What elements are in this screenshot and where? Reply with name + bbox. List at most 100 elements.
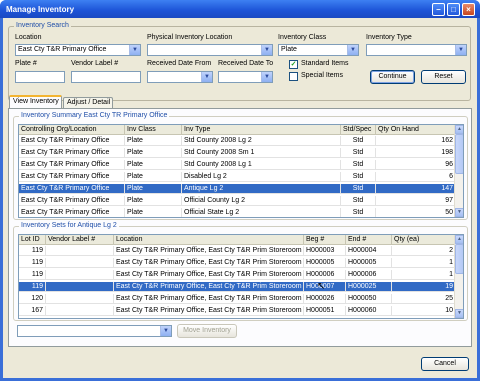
scroll-up-arrow-icon[interactable]: ▲ [455,235,463,244]
sets-row[interactable]: 119 East Cty T&R Primary Office, East Cty… [19,246,456,256]
cancel-button[interactable]: Cancel [421,357,469,371]
move-target-select[interactable]: ▼ [17,325,172,337]
sets-cell-vendor [46,258,114,268]
summary-row[interactable]: East Cty T&R Primary Office Plate Std Coun… [19,148,456,158]
chevron-down-icon[interactable]: ▼ [160,326,171,336]
scroll-down-arrow-icon[interactable]: ▼ [455,309,463,318]
continue-button[interactable]: Continue [370,70,415,84]
chevron-down-icon[interactable]: ▼ [455,45,466,55]
sets-cell-lot: 119 [19,270,46,280]
move-inventory-button[interactable]: Move Inventory [177,324,237,338]
summary-cell-spec: Std [341,136,376,146]
sets-cell-end: H000006 [346,270,392,280]
chevron-down-icon[interactable]: ▼ [261,45,272,55]
title-bar[interactable]: Manage Inventory [0,0,480,18]
sets-cell-location: East Cty T&R Primary Office, East Cty T&… [114,306,304,316]
inventory-class-select[interactable]: Plate ▼ [278,44,359,56]
chevron-down-icon[interactable]: ▼ [347,45,358,55]
sets-scrollbar[interactable]: ▲ ▼ [454,235,463,318]
summary-cell-type: Official County Lg 2 [182,196,341,206]
sets-cell-location: East Cty T&R Primary Office, East Cty T&… [114,318,304,319]
sets-cell-qty: 1 [392,258,456,268]
summary-row[interactable]: East Cty T&R Primary Office Plate Official… [19,208,456,217]
sets-row[interactable]: 168 East Cty T&R Primary Office, East Cty… [19,318,456,319]
sets-header-qty[interactable]: Qty (ea) [392,235,456,245]
inventory-sets-group: Inventory Sets for Antique Lg 2 Lot ID V… [13,222,468,321]
summary-row[interactable]: East Cty T&R Primary Office Plate Antique … [19,184,456,194]
summary-cell-org: East Cty T&R Primary Office [19,184,125,194]
sets-scroll-thumb[interactable] [455,244,463,274]
location-select[interactable]: East Cty T&R Primary Office ▼ [15,44,141,56]
sets-cell-lot: 120 [19,294,46,304]
chevron-down-icon[interactable]: ▼ [129,45,140,55]
chevron-down-icon[interactable]: ▼ [261,72,272,82]
sets-cell-beg: H000005 [304,258,346,268]
summary-cell-qty: 6 [376,172,456,182]
summary-cell-org: East Cty T&R Primary Office [19,172,125,182]
sets-row[interactable]: 119 East Cty T&R Primary Office, East Cty… [19,282,456,292]
summary-header-class[interactable]: Inv Class [125,125,182,135]
sets-cell-beg: H000061 [304,318,346,319]
tab-view-inventory[interactable]: View Inventory [9,95,62,109]
summary-row[interactable]: East Cty T&R Primary Office Plate Official… [19,196,456,206]
summary-cell-qty: 97 [376,196,456,206]
close-icon[interactable]: × [462,3,475,16]
summary-header-qty[interactable]: Qty On Hand [376,125,456,135]
received-date-to-label: Received Date To [218,60,274,67]
summary-cell-spec: Std [341,148,376,158]
sets-header-beg[interactable]: Beg # [304,235,346,245]
summary-cell-type: Antique Lg 2 [182,184,341,194]
scroll-up-arrow-icon[interactable]: ▲ [455,125,463,134]
window-client-area: Inventory Search Location East Cty T&R P… [3,18,477,378]
summary-scroll-thumb[interactable] [455,134,463,174]
summary-cell-type: Std County 2008 Lg 2 [182,136,341,146]
summary-row[interactable]: East Cty T&R Primary Office Plate Disabled… [19,172,456,182]
sets-header-vendor-label[interactable]: Vendor Label # [46,235,114,245]
chevron-down-icon[interactable]: ▼ [201,72,212,82]
sets-cell-qty: 2 [392,246,456,256]
received-date-from-picker[interactable]: ▼ [147,71,213,83]
summary-header-std-spec[interactable]: Std/Spec [341,125,376,135]
sets-row[interactable]: 167 East Cty T&R Primary Office, East Cty… [19,306,456,316]
sets-cell-lot: 167 [19,306,46,316]
summary-cell-qty: 162 [376,136,456,146]
summary-row[interactable]: East Cty T&R Primary Office Plate Std Coun… [19,160,456,170]
sets-row[interactable]: 119 East Cty T&R Primary Office, East Cty… [19,258,456,268]
sets-cell-location: East Cty T&R Primary Office, East Cty T&… [114,258,304,268]
sets-cell-vendor [46,246,114,256]
standard-items-checkbox[interactable]: ✓ [289,60,298,69]
special-items-checkbox[interactable] [289,72,298,81]
inventory-sets-grid[interactable]: Lot ID Vendor Label # Location Beg # End… [18,234,464,319]
sets-cell-lot: 119 [19,246,46,256]
summary-header-type[interactable]: Inv Type [182,125,341,135]
sets-row[interactable]: 119 East Cty T&R Primary Office, East Cty… [19,270,456,280]
plate-number-input[interactable] [15,71,65,83]
sets-header-end[interactable]: End # [346,235,392,245]
maximize-icon[interactable]: □ [447,3,460,16]
sets-cell-lot: 119 [19,282,46,292]
inventory-type-select[interactable]: ▼ [366,44,467,56]
received-date-from-label: Received Date From [147,60,212,67]
physical-location-select[interactable]: ▼ [147,44,273,56]
summary-row[interactable]: East Cty T&R Primary Office Plate Std Coun… [19,136,456,146]
summary-header-org[interactable]: Controlling Org/Location [19,125,125,135]
summary-cell-org: East Cty T&R Primary Office [19,160,125,170]
summary-cell-qty: 50 [376,208,456,217]
manage-inventory-window: Manage Inventory – □ × Inventory Search … [0,0,480,381]
special-items-label: Special Items [301,72,344,79]
reset-button[interactable]: Reset [421,70,466,84]
summary-cell-type: Std County 2008 Sm 1 [182,148,341,158]
physical-location-label: Physical Inventory Location [147,34,233,41]
scroll-down-arrow-icon[interactable]: ▼ [455,208,463,217]
minimize-icon[interactable]: – [432,3,445,16]
inventory-summary-grid[interactable]: Controlling Org/Location Inv Class Inv T… [18,124,464,218]
vendor-label-input[interactable] [71,71,141,83]
sets-cell-qty: 1 [392,270,456,280]
sets-cell-beg: H000051 [304,306,346,316]
sets-cell-vendor [46,282,114,292]
summary-scrollbar[interactable]: ▲ ▼ [454,125,463,217]
sets-header-lot-id[interactable]: Lot ID [19,235,46,245]
sets-header-location[interactable]: Location [114,235,304,245]
received-date-to-picker[interactable]: ▼ [218,71,273,83]
sets-row[interactable]: 120 East Cty T&R Primary Office, East Cty… [19,294,456,304]
